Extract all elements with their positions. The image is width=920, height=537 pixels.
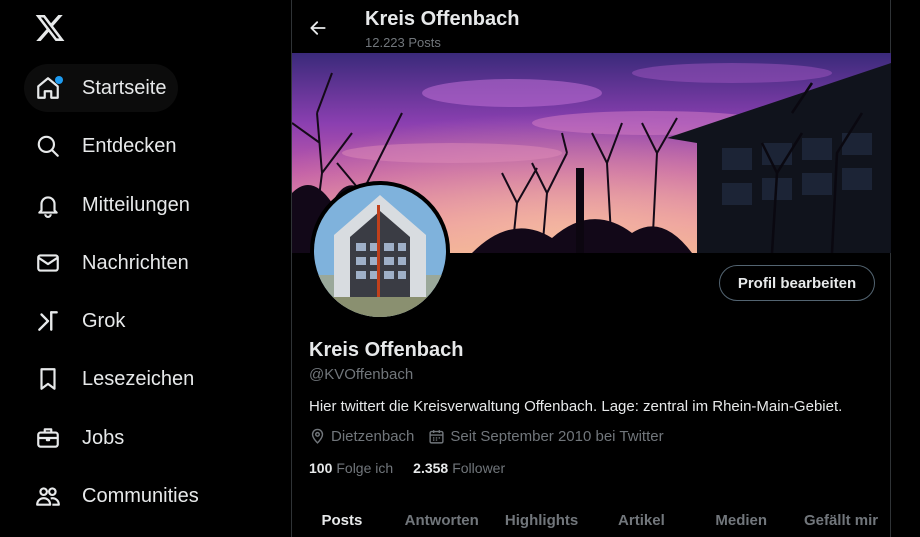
profile-handle: @KVOffenbach — [309, 366, 414, 383]
bookmark-icon — [34, 365, 62, 393]
sidebar-item-label: Nachrichten — [82, 251, 189, 274]
following-label: Folge ich — [336, 460, 394, 476]
back-arrow-icon[interactable] — [308, 18, 328, 38]
followers-label: Follower — [452, 460, 506, 476]
followers-count: 2.358 — [413, 460, 449, 476]
sidebar-item-label: Mitteilungen — [82, 193, 190, 216]
profile-header-bar: Kreis Offenbach 12.223 Posts — [292, 0, 892, 53]
sidebar-item-nachrichten[interactable]: Nachrichten — [24, 239, 201, 287]
sidebar-item-entdecken[interactable]: Entdecken — [24, 122, 189, 170]
tab-antworten[interactable]: Antworten — [392, 503, 492, 537]
page-title: Kreis Offenbach — [365, 8, 520, 30]
sidebar-item-lesezeichen[interactable]: Lesezeichen — [24, 355, 206, 403]
followers-link[interactable]: 2.358 Follower — [413, 460, 505, 476]
sidebar-item-label: Startseite — [82, 76, 167, 99]
sidebar-item-label: Grok — [82, 309, 126, 332]
joined-text: Seit September 2010 bei Twitter — [450, 428, 664, 445]
notification-dot — [55, 76, 63, 84]
calendar-icon — [429, 430, 444, 444]
sidebar-item-label: Jobs — [82, 426, 125, 449]
sidebar-item-label: Entdecken — [82, 134, 177, 157]
x-logo-icon[interactable] — [34, 12, 66, 44]
people-icon — [34, 482, 62, 510]
profile-tabs: Posts Antworten Highlights Artikel Medie… — [292, 503, 891, 537]
tab-medien[interactable]: Medien — [691, 503, 791, 537]
avatar[interactable] — [310, 181, 450, 321]
tab-highlights[interactable]: Highlights — [492, 503, 592, 537]
location-pin-icon — [311, 428, 324, 444]
tab-gefaellt-mir[interactable]: Gefällt mir — [791, 503, 891, 537]
sidebar-item-startseite[interactable]: Startseite — [24, 64, 179, 112]
home-icon — [34, 74, 63, 102]
edit-profile-button[interactable]: Profil bearbeiten — [719, 265, 875, 301]
sidebar-item-mitteilungen[interactable]: Mitteilungen — [24, 181, 202, 229]
sidebar-item-label: Communities — [82, 484, 199, 507]
profile-location: Dietzenbach — [309, 428, 414, 445]
briefcase-icon — [34, 424, 62, 452]
profile-column: Kreis Offenbach 12.223 Posts Profil bear… — [291, 0, 891, 537]
profile-name: Kreis Offenbach — [309, 339, 464, 361]
bell-icon — [34, 191, 62, 219]
sidebar-item-jobs[interactable]: Jobs — [24, 414, 136, 462]
profile-bio: Hier twittert die Kreisverwaltung Offenb… — [309, 398, 843, 415]
sidebar: Startseite Entdecken Mitteilungen Nachri… — [0, 0, 291, 537]
profile-meta: Dietzenbach Seit September 2010 bei Twit… — [309, 428, 678, 445]
following-count: 100 — [309, 460, 333, 476]
envelope-icon — [34, 249, 62, 277]
sidebar-item-label: Lesezeichen — [82, 367, 195, 390]
tab-posts[interactable]: Posts — [292, 503, 392, 537]
profile-joined: Seit September 2010 bei Twitter — [428, 428, 664, 445]
profile-stats: 100 Folge ich 2.358 Follower — [309, 460, 525, 476]
tab-artikel[interactable]: Artikel — [591, 503, 691, 537]
grok-icon — [34, 307, 62, 335]
sidebar-item-communities[interactable]: Communities — [24, 472, 211, 520]
location-text: Dietzenbach — [331, 428, 415, 445]
following-link[interactable]: 100 Folge ich — [309, 460, 393, 476]
search-icon — [34, 132, 62, 160]
post-count: 12.223 Posts — [365, 35, 441, 50]
sidebar-item-grok[interactable]: Grok — [24, 297, 137, 345]
